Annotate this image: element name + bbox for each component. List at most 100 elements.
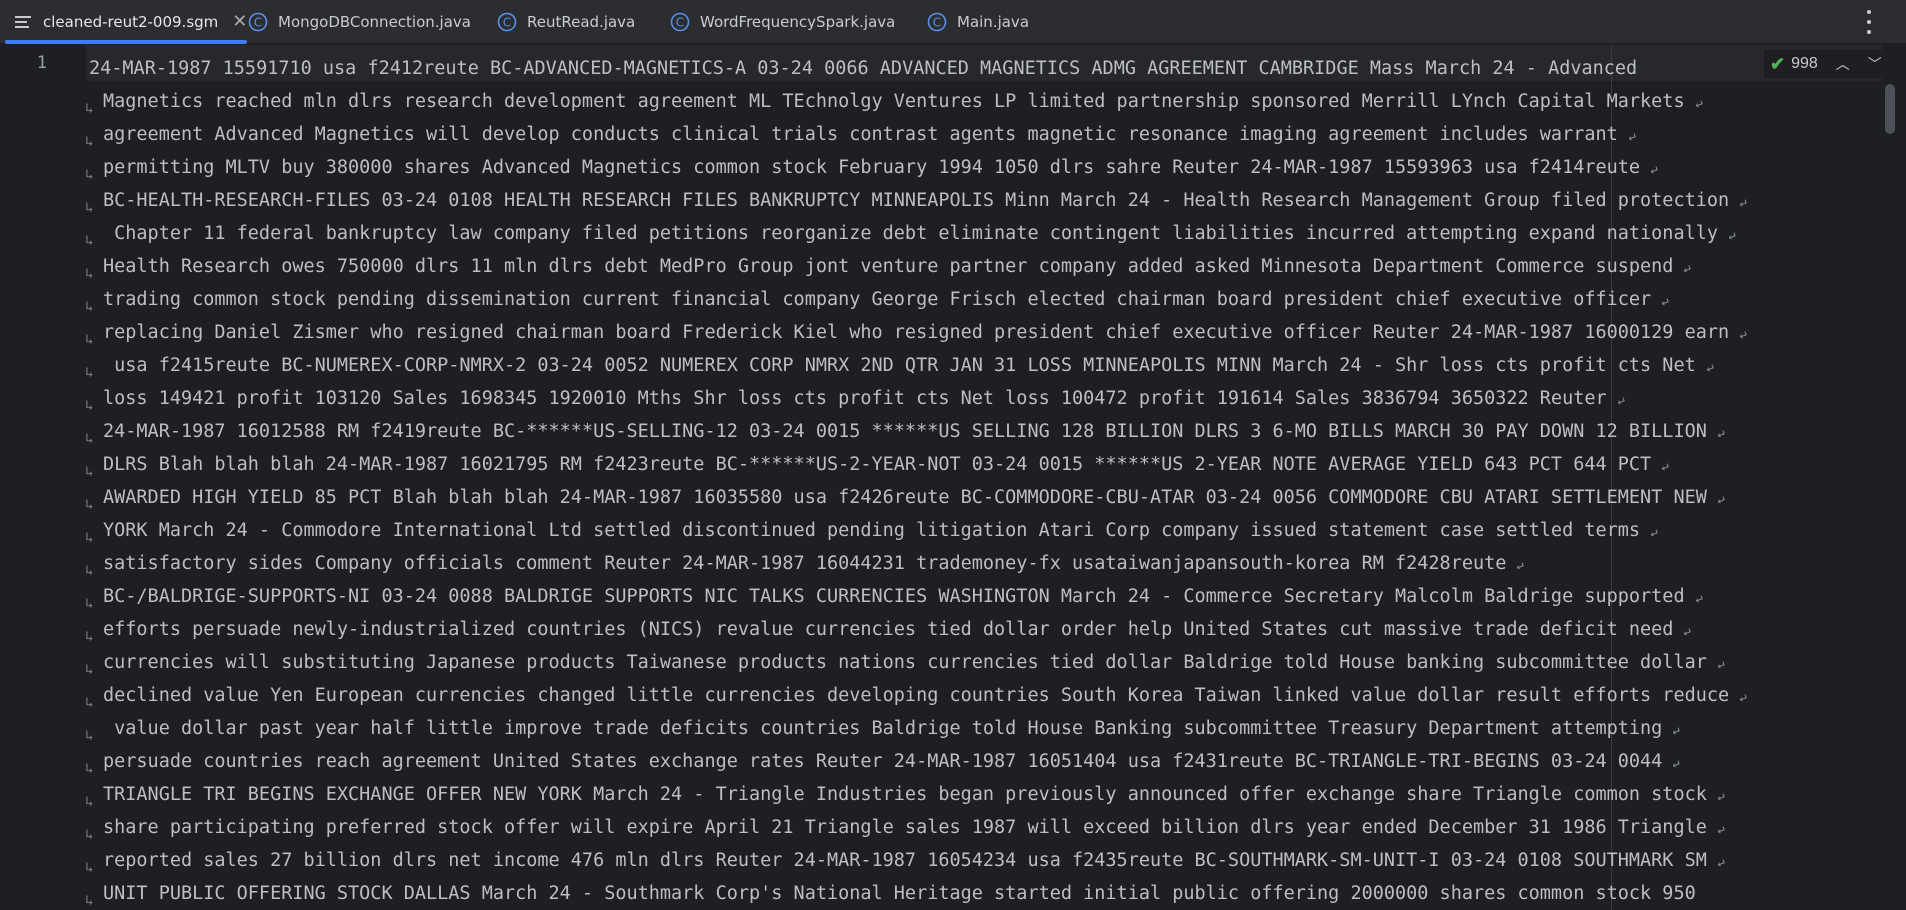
soft-wrap-icon: ↵ xyxy=(1714,788,1728,805)
code-line-text: BC-HEALTH-RESEARCH-FILES 03-24 0108 HEAL… xyxy=(103,190,1730,211)
code-line-text: usa f2415reute BC-NUMEREX-CORP-NMRX-2 03… xyxy=(103,355,1696,376)
code-line: ↳ Magnetics reached mln dlrs research dev… xyxy=(86,85,1747,118)
soft-wrap-icon: ↵ xyxy=(1736,689,1750,706)
tab-main[interactable]: C Main.java xyxy=(926,0,1029,44)
soft-wrap-icon: ↵ xyxy=(1647,524,1661,541)
svg-text:C: C xyxy=(933,16,941,30)
soft-wrap-icon: ↵ xyxy=(1714,821,1728,838)
code-line: ↳ trading common stock pending disseminat… xyxy=(86,283,1747,316)
code-line-text: satisfactory sides Company officials com… xyxy=(103,553,1507,574)
code-line: ↳ DLRS Blah blah blah 24-MAR-1987 1602179… xyxy=(86,448,1747,481)
line-number-gutter xyxy=(0,45,86,910)
code-line-text: share participating preferred stock offe… xyxy=(103,817,1707,838)
soft-wrap-icon: ↵ xyxy=(1714,491,1728,508)
code-line: ↳ BC-HEALTH-RESEARCH-FILES 03-24 0108 HEA… xyxy=(86,184,1749,217)
soft-wrap-icon: ↵ xyxy=(1514,557,1527,574)
code-line: ↳ declined value Yen European currencies … xyxy=(86,679,1749,712)
code-line: ↳ efforts persuade newly-industrialized c… xyxy=(86,613,1747,646)
inspection-count: 998 xyxy=(1791,55,1818,72)
svg-text:C: C xyxy=(503,16,511,30)
code-line-text: YORK March 24 - Commodore International … xyxy=(103,520,1641,541)
soft-wrap-icon: ↵ xyxy=(1658,293,1672,310)
code-line-text: DLRS Blah blah blah 24-MAR-1987 16021795… xyxy=(103,454,1652,475)
soft-wrap-icon: ↵ xyxy=(1692,95,1705,112)
code-line: ↳ reported sales 27 billion dlrs net inco… xyxy=(86,844,1747,877)
code-line: ↳ usa f2415reute BC-NUMEREX-CORP-NMRX-2 … xyxy=(86,349,1747,382)
soft-wrap-icon: ↵ xyxy=(1681,260,1694,277)
vertical-scrollbar[interactable] xyxy=(1882,45,1906,910)
code-line-text: replacing Daniel Zismer who resigned cha… xyxy=(103,322,1730,343)
tab-cleaned-reut2-009[interactable]: cleaned-reut2-009.sgm ✕ xyxy=(12,0,247,44)
code-line: ↳ agreement Advanced Magnetics will devel… xyxy=(86,118,1747,151)
inspection-widget[interactable]: ✔ 998 ︿ ﹀ xyxy=(1764,50,1888,78)
soft-wrap-icon: ↵ xyxy=(1658,458,1672,475)
code-line: ↳ loss 149421 profit 103120 Sales 1698345… xyxy=(86,382,1747,415)
java-class-icon: C xyxy=(496,11,518,33)
code-line: ↳ value dollar past year half little imp… xyxy=(86,712,1747,745)
soft-wrap-icon: ↵ xyxy=(1725,227,1739,244)
soft-wrap-icon: ↵ xyxy=(1669,755,1683,772)
check-icon: ✔ xyxy=(1770,53,1786,74)
editor-tab-bar: cleaned-reut2-009.sgm ✕ C MongoDBConnect… xyxy=(0,0,1906,44)
code-line-text: Magnetics reached mln dlrs research deve… xyxy=(103,91,1685,112)
code-line: ↳ UNIT PUBLIC OFFERING STOCK DALLAS March… xyxy=(86,877,1747,910)
code-line-text: reported sales 27 billion dlrs net incom… xyxy=(103,850,1707,871)
scrollbar-thumb[interactable] xyxy=(1885,84,1895,134)
soft-wrap-icon: ↵ xyxy=(1692,590,1705,607)
code-line: ↳ persuade countries reach agreement Unit… xyxy=(86,745,1747,778)
soft-wrap-icon: ↵ xyxy=(1714,656,1728,673)
tab-reutread[interactable]: C ReutRead.java xyxy=(496,0,635,44)
soft-wrap-icon: ↵ xyxy=(1625,128,1638,145)
line-number: 1 xyxy=(36,53,47,73)
tab-mongodbconnection[interactable]: C MongoDBConnection.java xyxy=(247,0,471,44)
code-line-text: efforts persuade newly-industrialized co… xyxy=(103,619,1674,640)
soft-wrap-icon: ↵ xyxy=(1736,194,1750,211)
code-line-text: UNIT PUBLIC OFFERING STOCK DALLAS March … xyxy=(103,883,1696,904)
close-icon[interactable]: ✕ xyxy=(232,13,247,31)
code-line: ↳ Health Research owes 750000 dlrs 11 mln… xyxy=(86,250,1747,283)
tab-label: cleaned-reut2-009.sgm xyxy=(43,13,219,31)
soft-wrap-icon: ↵ xyxy=(1681,623,1694,640)
soft-wrap-icon: ↵ xyxy=(1736,326,1750,343)
code-line-text: trading common stock pending disseminati… xyxy=(103,289,1652,310)
soft-wrap-icon: ↵ xyxy=(1703,359,1716,376)
code-line: ↳ currencies will substituting Japanese p… xyxy=(86,646,1747,679)
tab-label: Main.java xyxy=(957,13,1030,31)
code-line-text: currencies will substituting Japanese pr… xyxy=(103,652,1707,673)
more-options-icon[interactable] xyxy=(1860,10,1878,34)
code-line: ↳ AWARDED HIGH YIELD 85 PCT Blah blah bla… xyxy=(86,481,1747,514)
soft-wrap-continuation-icon: ↳ xyxy=(86,893,94,909)
svg-text:C: C xyxy=(254,16,262,30)
code-line: 24-MAR-1987 15591710 usa f2412reute BC-A… xyxy=(89,52,1747,85)
code-line: ↳ YORK March 24 - Commodore International… xyxy=(86,514,1747,547)
active-tab-indicator xyxy=(5,40,247,44)
code-line-text: TRIANGLE TRI BEGINS EXCHANGE OFFER NEW Y… xyxy=(103,784,1707,805)
tab-label: ReutRead.java xyxy=(527,13,636,31)
soft-wrap-icon: ↵ xyxy=(1669,722,1683,739)
java-class-icon: C xyxy=(247,11,269,33)
code-text[interactable]: 24-MAR-1987 15591710 usa f2412reute BC-A… xyxy=(86,52,1749,910)
tab-wordfrequencyspark[interactable]: C WordFrequencySpark.java xyxy=(669,0,895,44)
code-line: ↳ share participating preferred stock off… xyxy=(86,811,1747,844)
soft-wrap-icon: ↵ xyxy=(1714,854,1728,871)
java-class-icon: C xyxy=(669,11,691,33)
list-file-icon xyxy=(12,11,34,33)
code-editor[interactable]: 24-MAR-1987 15591710 usa f2412reute BC-A… xyxy=(86,45,1882,910)
java-class-icon: C xyxy=(926,11,948,33)
code-line-text: agreement Advanced Magnetics will develo… xyxy=(103,124,1618,145)
code-line-text: Chapter 11 federal bankruptcy law compan… xyxy=(103,223,1719,244)
tab-label: WordFrequencySpark.java xyxy=(700,13,896,31)
code-line: ↳ BC-/BALDRIGE-SUPPORTS-NI 03-24 0088 BAL… xyxy=(86,580,1747,613)
soft-wrap-icon: ↵ xyxy=(1647,161,1661,178)
chevron-up-icon[interactable]: ︿ xyxy=(1836,54,1850,74)
svg-text:C: C xyxy=(676,16,684,30)
code-line: ↳ replacing Daniel Zismer who resigned ch… xyxy=(86,316,1749,349)
tab-label: MongoDBConnection.java xyxy=(278,13,471,31)
soft-wrap-icon: ↵ xyxy=(1614,392,1627,409)
chevron-down-icon[interactable]: ﹀ xyxy=(1868,54,1882,74)
code-line-text: 24-MAR-1987 16012588 RM f2419reute BC-**… xyxy=(103,421,1707,442)
code-line-text: BC-/BALDRIGE-SUPPORTS-NI 03-24 0088 BALD… xyxy=(103,586,1685,607)
code-line: ↳ satisfactory sides Company officials co… xyxy=(86,547,1747,580)
code-line: ↳ Chapter 11 federal bankruptcy law comp… xyxy=(86,217,1747,250)
code-line-text: value dollar past year half little impro… xyxy=(103,718,1663,739)
